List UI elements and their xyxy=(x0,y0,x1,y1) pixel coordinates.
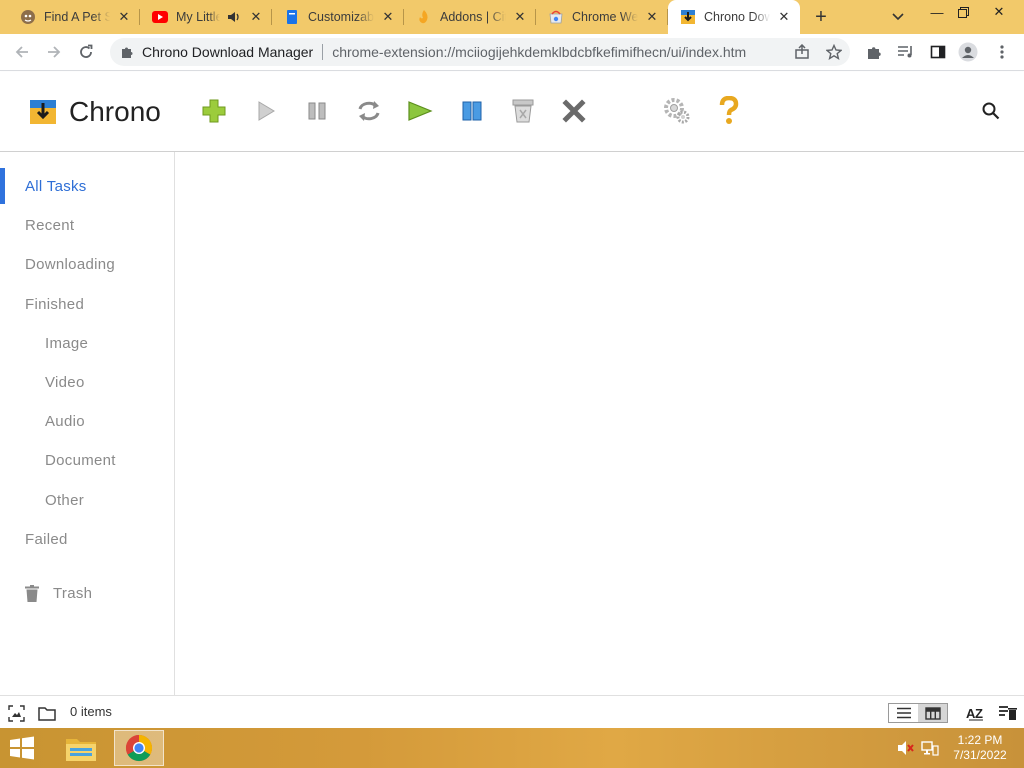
profile-avatar-icon[interactable] xyxy=(958,42,978,62)
tab-find-a-pet[interactable]: Find A Pet Su ✕ xyxy=(8,0,140,34)
screen: Find A Pet Su ✕ My Little ✕ Customizabl … xyxy=(0,0,1024,768)
clear-icon[interactable] xyxy=(508,96,538,126)
volume-muted-icon[interactable] xyxy=(897,740,915,756)
view-toggle xyxy=(888,703,948,723)
pause-icon[interactable] xyxy=(302,96,332,126)
window-close-icon[interactable]: ✕ xyxy=(984,0,1014,24)
browser-toolbar: Chrono Download Manager chrome-extension… xyxy=(0,34,1024,71)
chrome-taskbar-icon[interactable] xyxy=(114,730,164,766)
tab-title: Customizabl xyxy=(308,10,374,24)
sidebar-item-document[interactable]: Document xyxy=(0,442,174,478)
settings-icon[interactable] xyxy=(662,96,692,126)
file-explorer-icon[interactable] xyxy=(56,730,106,766)
sidebar-item-other[interactable]: Other xyxy=(0,482,174,518)
tab-search-chevron-icon[interactable] xyxy=(889,8,907,26)
youtube-favicon-icon xyxy=(152,9,168,25)
svg-text:Z: Z xyxy=(975,706,983,721)
close-icon[interactable]: ✕ xyxy=(512,9,528,25)
clock-time: 1:22 PM xyxy=(957,733,1003,747)
chrono-favicon-icon xyxy=(680,9,696,25)
sidebar-item-video[interactable]: Video xyxy=(0,364,174,400)
url-text[interactable]: chrome-extension://mciiogijehkdemklbdcbf… xyxy=(332,44,746,60)
browser-tab-strip: Find A Pet Su ✕ My Little ✕ Customizabl … xyxy=(0,0,1024,34)
tab-title: Find A Pet Su xyxy=(44,10,110,24)
side-panel-icon[interactable] xyxy=(928,42,948,62)
tab-addons[interactable]: Addons | Cit ✕ xyxy=(404,0,536,34)
windows-taskbar: 1:22 PM 7/31/2022 xyxy=(0,728,1024,768)
menu-kebab-icon[interactable] xyxy=(992,42,1012,62)
extensions-icon[interactable] xyxy=(864,42,884,62)
speaker-icon[interactable] xyxy=(226,9,242,25)
tab-title: Chrono Dow xyxy=(704,10,770,24)
folder-icon[interactable] xyxy=(38,704,56,722)
close-icon[interactable]: ✕ xyxy=(776,9,792,25)
sidebar-item-failed[interactable]: Failed xyxy=(0,521,174,557)
help-icon[interactable] xyxy=(714,96,744,126)
chrono-logo-icon xyxy=(30,100,56,124)
search-icon[interactable] xyxy=(980,100,1002,122)
close-icon[interactable]: ✕ xyxy=(248,9,264,25)
tab-youtube[interactable]: My Little ✕ xyxy=(140,0,272,34)
flame-favicon-icon xyxy=(416,9,432,25)
item-count: 0 items xyxy=(70,704,112,719)
tab-customizable[interactable]: Customizabl ✕ xyxy=(272,0,404,34)
back-arrow-icon[interactable] xyxy=(12,42,32,62)
play-icon[interactable] xyxy=(251,96,281,126)
media-control-icon[interactable] xyxy=(896,42,916,62)
close-icon[interactable]: ✕ xyxy=(380,9,396,25)
start-all-icon[interactable] xyxy=(405,96,435,126)
sidebar-item-finished[interactable]: Finished xyxy=(0,286,174,322)
pause-all-icon[interactable] xyxy=(457,96,487,126)
screenshot-icon[interactable] xyxy=(7,704,25,722)
sidebar-item-audio[interactable]: Audio xyxy=(0,403,174,439)
status-bar: 0 items AZ xyxy=(0,695,1024,728)
chrome-store-favicon-icon xyxy=(548,9,564,25)
sidebar-item-trash[interactable]: Trash xyxy=(0,575,174,611)
reload-icon[interactable] xyxy=(76,42,96,62)
tab-chrome-web-store[interactable]: Chrome Web ✕ xyxy=(536,0,668,34)
site-name: Chrono Download Manager xyxy=(142,44,314,60)
close-icon[interactable]: ✕ xyxy=(644,9,660,25)
list-view-icon[interactable] xyxy=(889,704,918,722)
sort-az-icon[interactable]: AZ xyxy=(966,704,986,722)
extension-puzzle-icon xyxy=(120,45,134,59)
clock-date: 7/31/2022 xyxy=(953,748,1007,762)
tab-chrono-download[interactable]: Chrono Dow ✕ xyxy=(668,0,800,34)
table-view-icon[interactable] xyxy=(918,704,947,722)
blue-doc-favicon-icon xyxy=(284,9,300,25)
system-clock[interactable]: 1:22 PM 7/31/2022 xyxy=(944,733,1016,763)
tab-title: Chrome Web xyxy=(572,10,638,24)
app-header: Chrono xyxy=(0,72,1024,152)
sidebar: All Tasks Recent Downloading Finished Im… xyxy=(0,152,175,695)
new-tab-button[interactable]: + xyxy=(810,6,832,28)
retry-icon[interactable] xyxy=(354,96,384,126)
add-icon[interactable] xyxy=(199,96,229,126)
sidebar-item-recent[interactable]: Recent xyxy=(0,207,174,243)
forward-arrow-icon[interactable] xyxy=(44,42,64,62)
sidebar-item-all-tasks[interactable]: All Tasks xyxy=(0,168,174,204)
share-icon[interactable] xyxy=(792,42,812,62)
bookmark-star-icon[interactable] xyxy=(824,42,844,62)
tab-title: Addons | Cit xyxy=(440,10,506,24)
sidebar-item-image[interactable]: Image xyxy=(0,325,174,361)
close-icon[interactable]: ✕ xyxy=(116,9,132,25)
pet-favicon-icon xyxy=(20,9,36,25)
sidebar-item-downloading[interactable]: Downloading xyxy=(0,246,174,282)
windows-start-icon[interactable] xyxy=(8,736,38,762)
tab-title: My Little xyxy=(176,10,220,24)
task-list-area xyxy=(175,152,1024,695)
clear-list-icon[interactable] xyxy=(998,704,1018,722)
app-title: Chrono xyxy=(69,96,161,127)
trash-icon xyxy=(25,585,39,606)
address-bar[interactable]: Chrono Download Manager chrome-extension… xyxy=(110,38,850,66)
restore-icon[interactable] xyxy=(948,0,978,24)
delete-icon[interactable] xyxy=(559,96,589,126)
network-icon[interactable] xyxy=(921,740,939,756)
